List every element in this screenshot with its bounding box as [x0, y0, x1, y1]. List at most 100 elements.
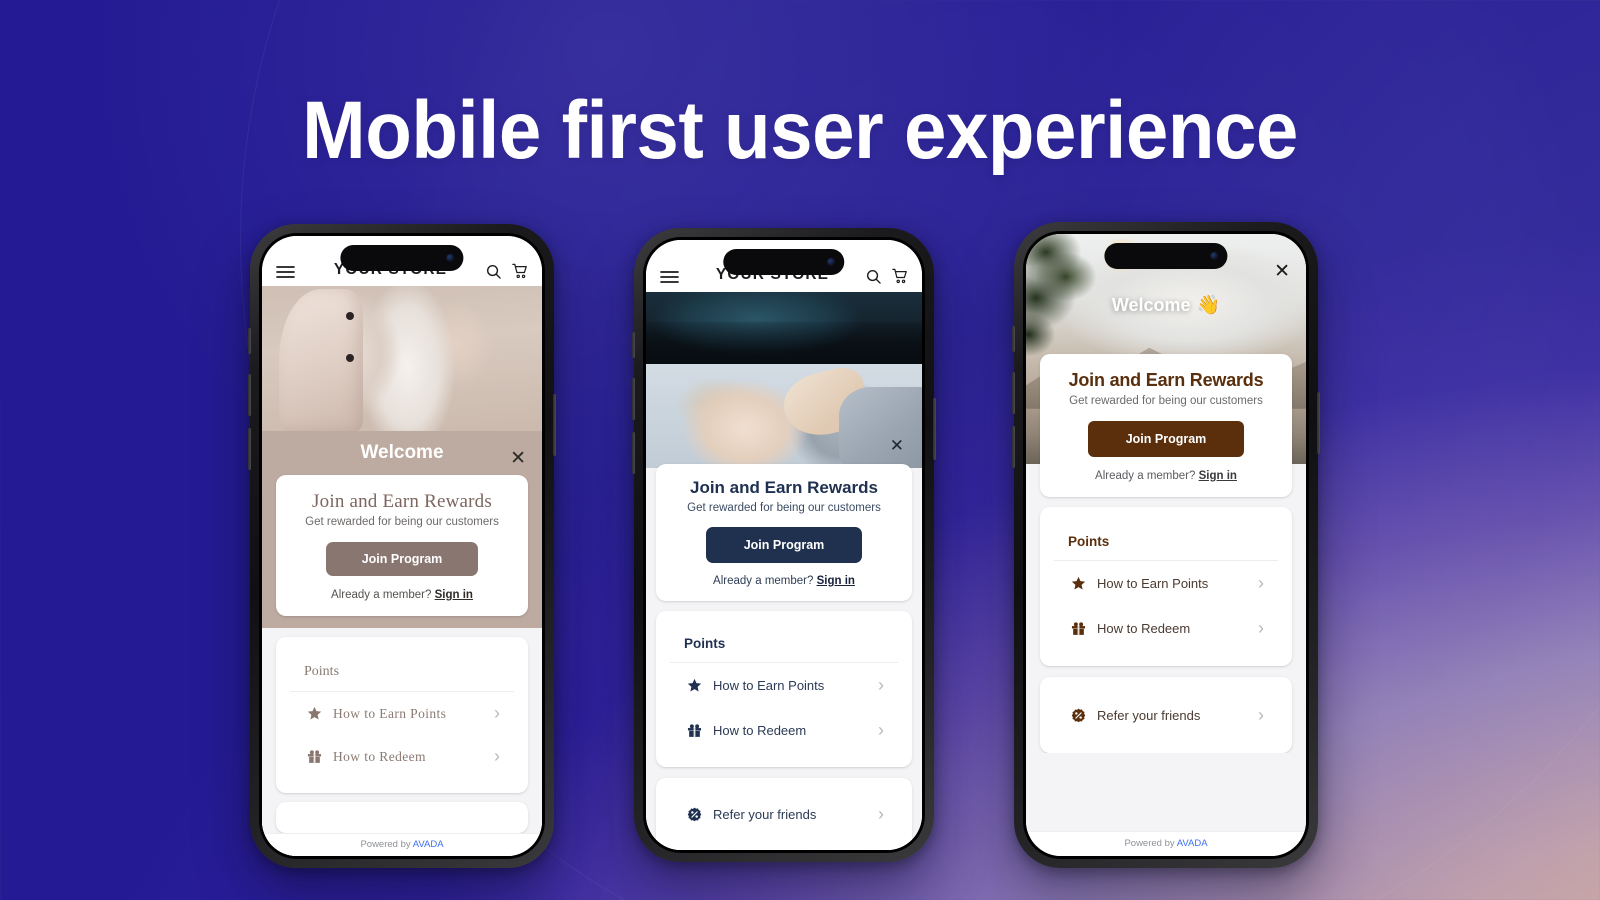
phone2-mute-switch	[632, 332, 635, 358]
phone1-refer-card-partial[interactable]	[276, 802, 528, 833]
phone3-welcome-band: Welcome 👋	[1026, 290, 1306, 320]
powered-prefix: Powered by	[360, 839, 411, 850]
phone1-lists: Points How to Earn Points › How to Redee…	[262, 628, 542, 833]
row-label: How to Redeem	[1097, 621, 1191, 636]
front-camera-icon	[827, 258, 836, 266]
phone3-join-sheet: Join and Earn Rewards Get rewarded for b…	[1026, 354, 1306, 497]
phone-mockup-2: YOUR STORE ✕	[632, 228, 936, 862]
member-line: Already a member? Sign in	[290, 589, 514, 601]
cart-icon[interactable]	[892, 268, 908, 284]
join-card-title: Join and Earn Rewards	[690, 478, 878, 497]
phone1-power-button	[553, 394, 556, 456]
powered-by-footer: Powered by AVADA	[262, 833, 542, 856]
row-how-to-redeem[interactable]: How to Redeem ›	[1054, 606, 1278, 651]
member-prefix: Already a member?	[713, 575, 814, 587]
row-label: How to Redeem	[333, 748, 426, 764]
row-how-to-redeem[interactable]: How to Redeem ›	[290, 735, 514, 778]
sign-in-link[interactable]: Sign in	[1199, 470, 1237, 482]
phone1-welcome-band: Welcome ✕	[262, 431, 542, 475]
row-refer-your-friends[interactable]: Refer your friends ›	[1054, 693, 1278, 738]
phone-mockup-1: YOUR STORE Welcome ✕	[248, 224, 556, 868]
phone1-screen: YOUR STORE Welcome ✕	[262, 236, 542, 856]
phone1-volume-down	[248, 428, 251, 470]
phone1-hero-image	[262, 286, 542, 431]
row-how-to-redeem[interactable]: How to Redeem ›	[670, 708, 898, 753]
row-label: How to Redeem	[713, 723, 807, 738]
star-icon	[1068, 576, 1088, 591]
row-how-to-earn-points[interactable]: How to Earn Points ›	[1054, 561, 1278, 606]
join-program-button[interactable]: Join Program	[705, 527, 863, 563]
phone3-lists: Points How to Earn Points › How to Redee…	[1026, 497, 1306, 753]
row-label: Refer your friends	[1097, 708, 1201, 723]
row-label: How to Earn Points	[333, 705, 447, 721]
phone3-volume-up	[1012, 372, 1015, 414]
avada-brand[interactable]: AVADA	[1177, 838, 1208, 849]
row-how-to-earn-points[interactable]: How to Earn Points ›	[290, 692, 514, 735]
phone2-volume-up	[632, 378, 635, 420]
phone2-join-card: Join and Earn Rewards Get rewarded for b…	[656, 464, 912, 601]
member-prefix: Already a member?	[1095, 470, 1196, 482]
powered-by-footer: Powered by AVADA	[1026, 831, 1306, 856]
avada-brand[interactable]: AVADA	[413, 839, 444, 850]
phone1-volume-up	[248, 374, 251, 416]
chevron-right-icon: ›	[1258, 618, 1264, 638]
phone3-join-card: Join and Earn Rewards Get rewarded for b…	[1040, 354, 1292, 497]
join-program-button[interactable]: Join Program	[1087, 421, 1245, 457]
phone3-mute-switch	[1012, 326, 1015, 352]
phone2-power-button	[933, 398, 936, 460]
points-header: Points	[290, 653, 514, 692]
phone1-points-card: Points How to Earn Points › How to Redee…	[276, 637, 528, 793]
phone2-refer-card: Refer your friends ›	[656, 778, 912, 850]
search-icon[interactable]	[486, 264, 501, 279]
chevron-right-icon: ›	[1258, 573, 1264, 593]
search-icon[interactable]	[866, 269, 881, 284]
phone3-filler	[1026, 753, 1306, 831]
cart-icon[interactable]	[512, 263, 528, 279]
points-header: Points	[1054, 523, 1278, 561]
gift-icon	[304, 749, 324, 764]
sign-in-link[interactable]: Sign in	[435, 589, 473, 601]
phone2-screen: YOUR STORE ✕	[646, 240, 922, 850]
star-icon	[304, 706, 324, 721]
phone2-points-card: Points How to Earn Points › How to Redee…	[656, 611, 912, 767]
sign-in-link[interactable]: Sign in	[817, 575, 855, 587]
gift-icon	[684, 723, 704, 738]
phone1-welcome-text: Welcome	[360, 442, 444, 463]
join-card-subtitle: Get rewarded for being our customers	[687, 502, 881, 514]
join-card-subtitle: Get rewarded for being our customers	[305, 516, 499, 528]
gift-icon	[1068, 621, 1088, 636]
join-program-button[interactable]: Join Program	[325, 542, 479, 576]
phone1-mute-switch	[248, 328, 251, 354]
phone3-screen: ✕ Welcome 👋 Join and Earn Rewards Get re…	[1026, 234, 1306, 856]
hamburger-icon[interactable]	[660, 270, 679, 284]
waving-hand-icon: 👋	[1196, 295, 1221, 316]
star-icon	[684, 678, 704, 693]
front-camera-icon	[446, 254, 455, 262]
chevron-right-icon: ›	[878, 675, 884, 695]
phone3-refer-card: Refer your friends ›	[1040, 677, 1292, 753]
chevron-right-icon: ›	[878, 804, 884, 824]
chevron-right-icon: ›	[878, 720, 884, 740]
phone1-app-body: Welcome ✕ Join and Earn Rewards Get rewa…	[262, 286, 542, 856]
phone3-points-card: Points How to Earn Points › How to Redee…	[1040, 507, 1292, 666]
points-header: Points	[670, 625, 898, 663]
row-label: Refer your friends	[713, 807, 817, 822]
phone1-join-card: Join and Earn Rewards Get rewarded for b…	[276, 475, 528, 616]
phone2-app-body: ✕ Join and Earn Rewards Get rewarded for…	[646, 292, 922, 850]
row-refer-your-friends[interactable]: Refer your friends ›	[670, 792, 898, 837]
dynamic-island	[340, 245, 464, 271]
close-icon[interactable]: ✕	[890, 438, 904, 455]
phone1-header-icons	[486, 263, 528, 279]
phone3-power-button	[1317, 392, 1320, 454]
close-icon[interactable]: ✕	[510, 449, 526, 468]
join-card-subtitle: Get rewarded for being our customers	[1069, 395, 1263, 407]
referral-badge-icon	[1068, 708, 1088, 723]
hamburger-icon[interactable]	[276, 265, 295, 279]
phone3-welcome-text: Welcome	[1111, 294, 1191, 315]
phone2-volume-down	[632, 432, 635, 474]
row-label: How to Earn Points	[713, 678, 825, 693]
join-card-title: Join and Earn Rewards	[312, 491, 492, 512]
row-how-to-earn-points[interactable]: How to Earn Points ›	[670, 663, 898, 708]
close-icon[interactable]: ✕	[1274, 262, 1290, 281]
phone2-lists: Points How to Earn Points › How to Redee…	[646, 601, 922, 850]
